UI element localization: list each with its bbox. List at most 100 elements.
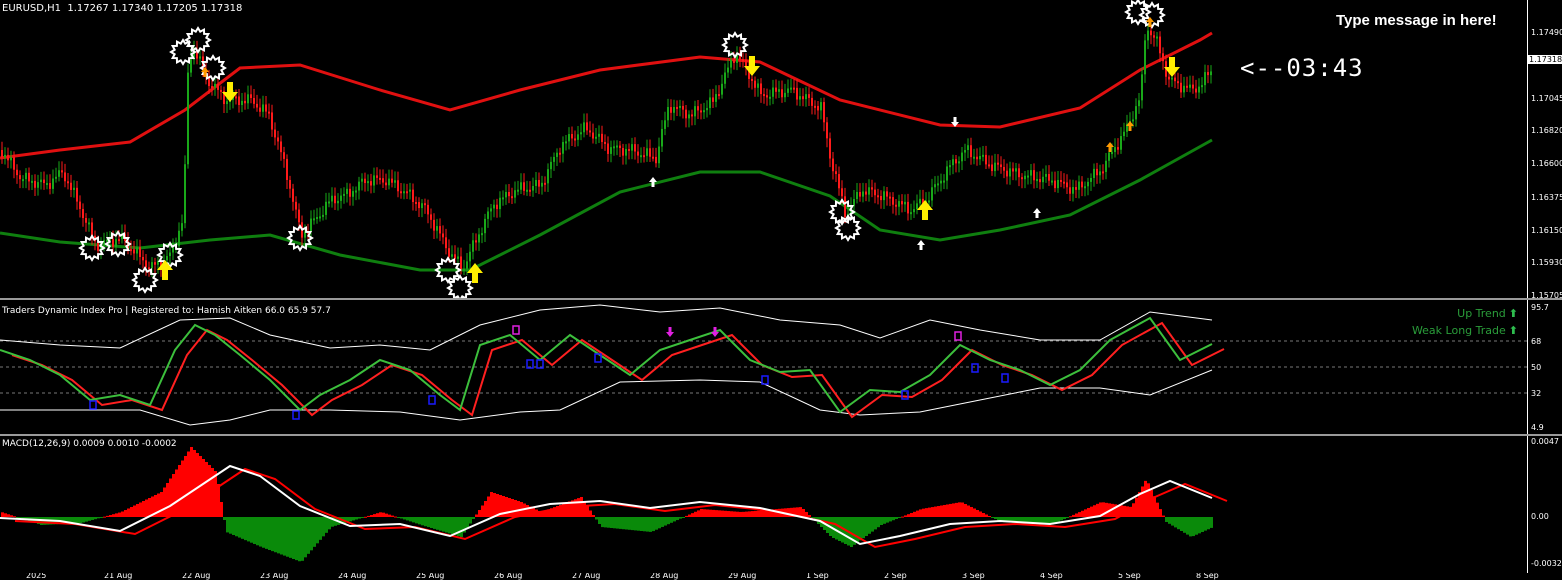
candle-body	[559, 152, 561, 155]
macd-histogram-bar	[997, 517, 1000, 521]
tdi-up-signal-icon	[971, 363, 979, 373]
candle-body	[565, 141, 567, 144]
candle-body	[244, 100, 246, 104]
candle-body	[151, 262, 153, 269]
candle-body	[856, 191, 858, 200]
tdi-canvas[interactable]	[0, 300, 1527, 434]
tdi-down-signal-icon	[512, 325, 520, 335]
current-price-label: 1.17318	[1528, 55, 1562, 64]
macd-histogram-bar	[637, 517, 640, 531]
macd-histogram-bar	[685, 515, 688, 517]
time-axis[interactable]: 2025 21 Aug 22 Aug 23 Aug 24 Aug 25 Aug 26 Aug…	[0, 573, 1527, 580]
candle-body	[331, 195, 333, 202]
buy-arrow-icon	[157, 260, 173, 280]
time-axis-label: 5 Sep	[1118, 573, 1141, 580]
macd-histogram-bar	[562, 503, 565, 517]
macd-histogram-bar	[697, 510, 700, 517]
candle-body	[1054, 180, 1056, 189]
candle-body	[526, 189, 528, 192]
time-axis-label: 24 Aug	[338, 573, 367, 580]
macd-scale[interactable]	[1527, 436, 1562, 573]
time-axis-label: 29 Aug	[728, 573, 757, 580]
candle-body	[802, 96, 804, 100]
macd-histogram-bar	[1204, 517, 1207, 531]
macd-histogram-bar	[673, 517, 676, 522]
candle-body	[199, 56, 201, 59]
macd-histogram-bar	[127, 508, 130, 517]
macd-histogram-bar	[385, 513, 388, 517]
candle-body	[367, 181, 369, 184]
macd-histogram-bar	[193, 450, 196, 517]
candle-body	[694, 106, 696, 117]
candle-body	[352, 191, 354, 197]
candle-body	[424, 203, 426, 206]
macd-histogram-bar	[628, 517, 631, 530]
candle-body	[1096, 168, 1098, 176]
macd-histogram-bar	[709, 509, 712, 517]
macd-histogram-bar	[787, 508, 790, 517]
macd-histogram-bar	[406, 517, 409, 521]
macd-histogram-bar	[487, 496, 490, 517]
candle-body	[454, 254, 456, 259]
candle-body	[973, 156, 975, 159]
candle-body	[13, 157, 15, 170]
macd-histogram-bar	[616, 517, 619, 529]
candle-body	[751, 78, 753, 81]
macd-histogram-bar	[898, 517, 901, 518]
candle-body	[817, 105, 819, 111]
macd-histogram-bar	[124, 510, 127, 517]
time-axis-label: 21 Aug	[104, 573, 133, 580]
candle-body	[769, 96, 771, 99]
macd-histogram-bar	[973, 508, 976, 517]
price-chart-canvas[interactable]	[0, 0, 1527, 298]
macd-histogram-bar	[1072, 514, 1075, 517]
candle-body	[712, 97, 714, 102]
macd-histogram-bar	[472, 517, 475, 519]
macd-histogram-bar	[895, 517, 898, 519]
candle-body	[1123, 131, 1125, 137]
macd-histogram-bar	[136, 504, 139, 517]
candle-body	[76, 187, 78, 202]
candle-body	[241, 100, 243, 105]
tdi-down-arrow-icon	[711, 327, 719, 337]
candle-body	[337, 200, 339, 204]
candle-body	[715, 94, 717, 102]
macd-canvas[interactable]	[0, 436, 1527, 573]
candle-body	[112, 239, 114, 247]
candle-body	[556, 152, 558, 157]
candle-body	[688, 114, 690, 119]
macd-histogram-bar	[646, 517, 649, 532]
candle-body	[250, 94, 252, 99]
macd-histogram-bar	[583, 501, 586, 517]
macd-histogram-bar	[565, 502, 568, 517]
macd-histogram-bar	[130, 507, 133, 517]
candle-body	[1075, 187, 1077, 190]
candle-body	[808, 94, 810, 98]
macd-histogram-bar	[1141, 486, 1144, 517]
macd-histogram-bar	[658, 517, 661, 529]
candle-body	[463, 268, 465, 271]
macd-histogram-bar	[1174, 517, 1177, 528]
macd-histogram-bar	[430, 517, 433, 528]
candle-body	[70, 182, 72, 190]
macd-histogram-bar	[307, 517, 310, 554]
macd-histogram-bar	[109, 515, 112, 517]
candle-body	[166, 256, 168, 261]
price-scale[interactable]	[1527, 0, 1562, 298]
macd-histogram-bar	[931, 507, 934, 517]
ohlc-values: 1.17267 1.17340 1.17205 1.17318	[67, 3, 243, 14]
candle-body	[61, 170, 63, 173]
candle-body	[952, 159, 954, 166]
candle-body	[1042, 176, 1044, 183]
candle-body	[778, 89, 780, 92]
candle-body	[961, 152, 963, 162]
candle-body	[238, 96, 240, 105]
candle-body	[487, 211, 489, 219]
candle-body	[382, 178, 384, 183]
up-arrow-icon: ⬆	[1508, 307, 1518, 320]
candle-body	[814, 105, 816, 108]
candle-body	[685, 109, 687, 119]
candle-body	[226, 101, 228, 105]
fractal-marker-icon	[184, 26, 212, 54]
macd-histogram-bar	[1057, 517, 1060, 522]
